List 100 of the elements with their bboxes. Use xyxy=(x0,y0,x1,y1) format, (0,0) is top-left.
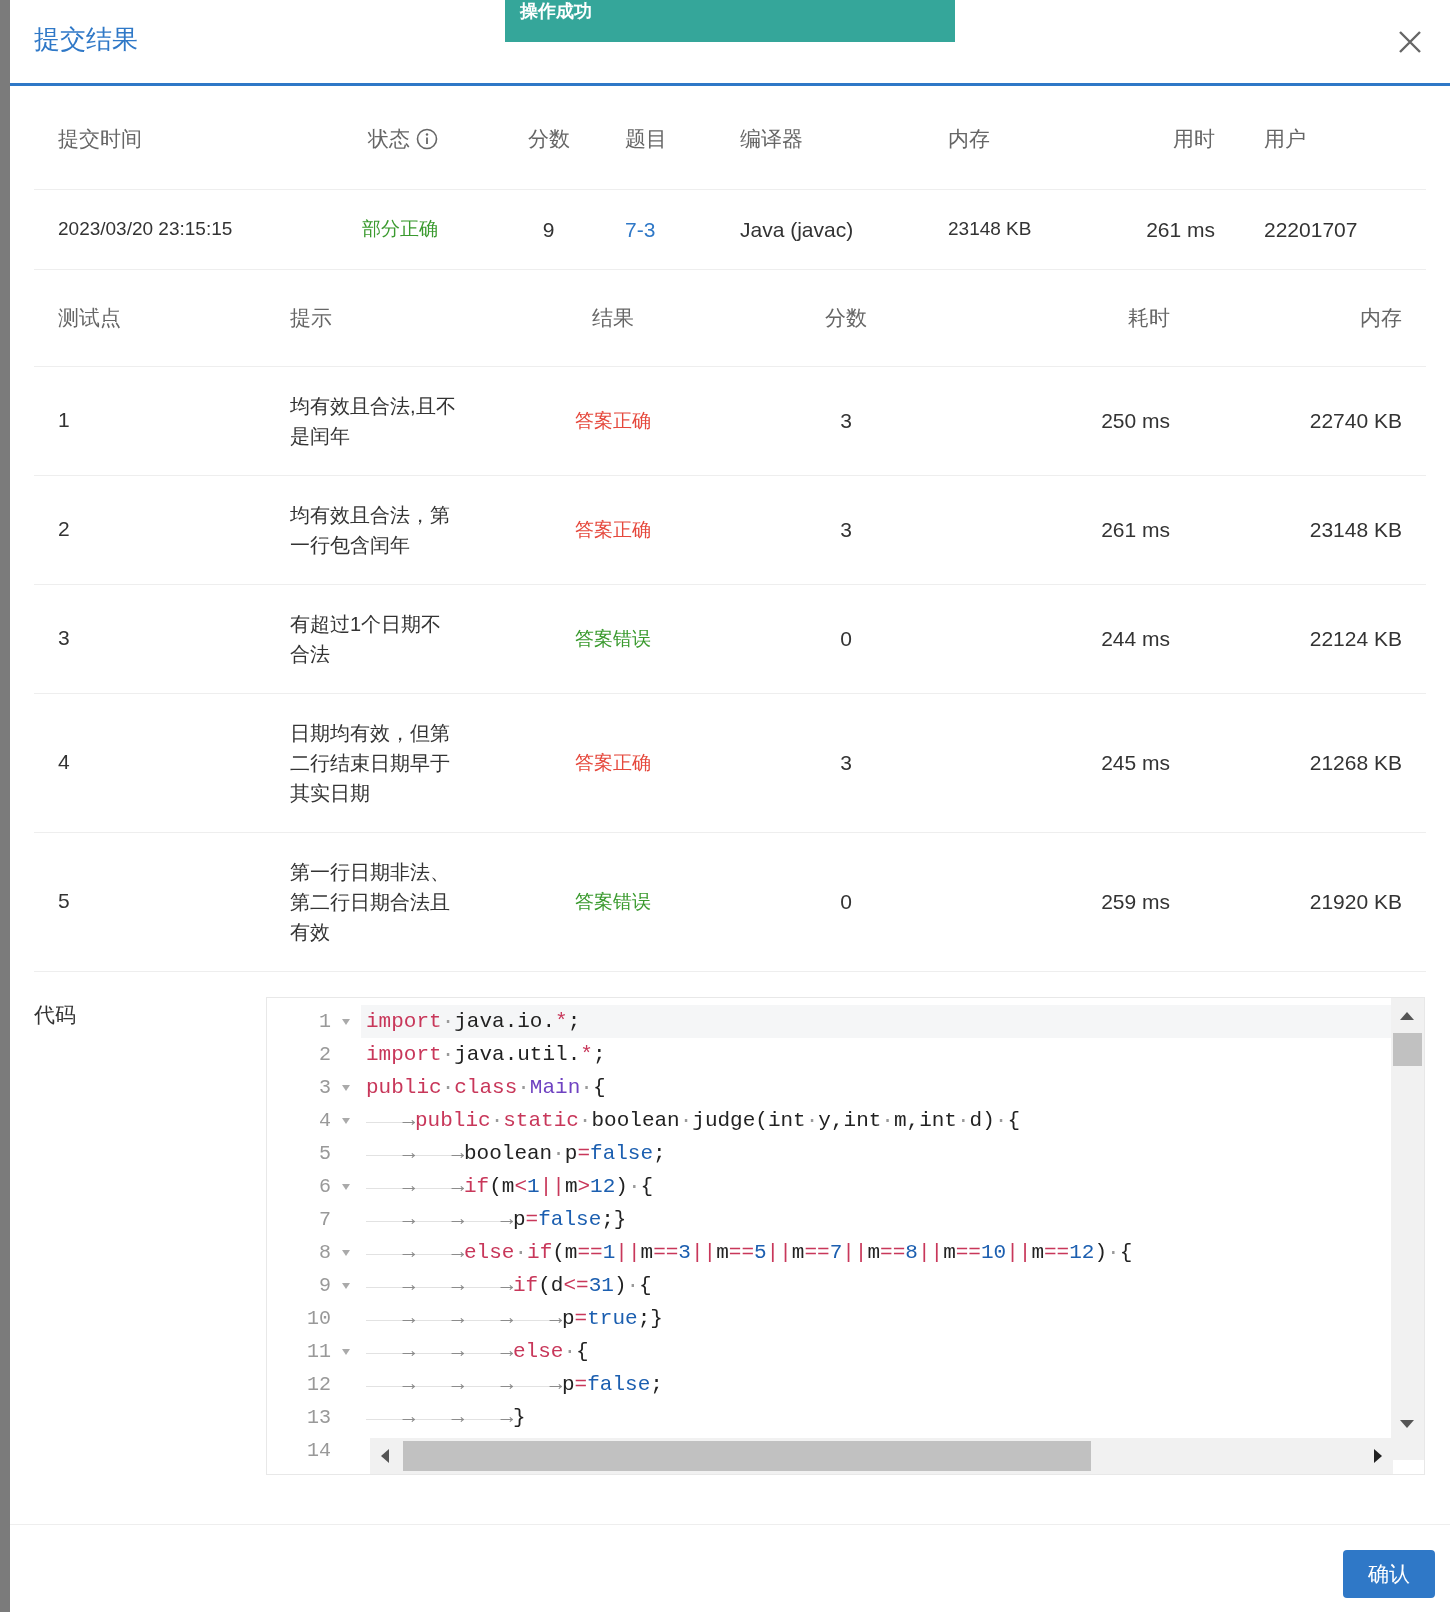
code-line: → → →if(d<=31)·{ xyxy=(366,1269,652,1302)
line-number: 9 xyxy=(318,1272,331,1299)
hint-text: 有超过1个日期不合法 xyxy=(290,612,443,667)
hint-text: 均有效且合法，第一行包含闰年 xyxy=(290,503,451,558)
line-number: 8 xyxy=(318,1239,331,1266)
line-number: 5 xyxy=(318,1140,331,1167)
scroll-right-icon[interactable] xyxy=(1374,1449,1382,1463)
toast-message: 操作成功 xyxy=(520,0,592,22)
scroll-down-icon[interactable] xyxy=(1400,1420,1414,1428)
dialog-title: 提交结果 xyxy=(34,23,138,56)
code-line: → →if(m<1||m>12)·{ xyxy=(366,1170,654,1203)
column-header: 测试点 xyxy=(58,306,121,330)
table-cell-text: 3 xyxy=(840,750,852,776)
column-header: 状态 xyxy=(368,125,410,152)
horizontal-scrollbar[interactable] xyxy=(370,1438,1393,1474)
table-cell-text: 3 xyxy=(840,517,852,543)
scrollbar-thumb[interactable] xyxy=(1393,1033,1422,1066)
result-text: 答案错误 xyxy=(575,890,651,914)
line-number: 1 xyxy=(318,1008,331,1035)
column-header: 提示 xyxy=(290,306,332,330)
column-header: 内存 xyxy=(1360,305,1402,332)
scroll-up-icon[interactable] xyxy=(1400,1012,1414,1020)
table-cell-text: 22124 KB xyxy=(1309,626,1402,652)
scroll-left-icon[interactable] xyxy=(381,1449,389,1463)
code-line: → → →p=false;} xyxy=(366,1203,627,1236)
table-cell-text: 261 ms xyxy=(1101,517,1170,543)
column-header: 用时 xyxy=(1173,125,1215,152)
code-line: → → →} xyxy=(366,1401,526,1434)
table-cell-text: 23148 KB xyxy=(1309,517,1402,543)
table-cell-text: 21268 KB xyxy=(1309,750,1402,776)
line-number: 13 xyxy=(306,1404,331,1431)
table-cell-text: 21920 KB xyxy=(1309,889,1402,915)
confirm-button[interactable]: 确认 xyxy=(1343,1550,1435,1598)
code-line: import·java.io.*; xyxy=(366,1008,581,1035)
fold-arrow-icon[interactable] xyxy=(342,1282,350,1289)
line-number: 11 xyxy=(306,1338,331,1365)
status-text: 部分正确 xyxy=(362,218,438,240)
table-cell-text: 9 xyxy=(542,216,555,243)
table-cell-text: 250 ms xyxy=(1101,408,1170,434)
fold-arrow-icon[interactable] xyxy=(342,1183,350,1190)
code-line: public·class·Main·{ xyxy=(366,1074,606,1101)
table-cell: 4 xyxy=(58,750,70,773)
table-cell: 2023/03/20 23:15:15 xyxy=(58,218,233,240)
column-header: 耗时 xyxy=(1128,305,1170,332)
line-number: 14 xyxy=(306,1437,331,1464)
line-number: 12 xyxy=(306,1371,331,1398)
hint-text: 均有效且合法,且不是闰年 xyxy=(290,394,457,449)
fold-arrow-icon[interactable] xyxy=(342,1348,350,1355)
fold-arrow-icon[interactable] xyxy=(342,1117,350,1124)
close-icon xyxy=(1398,29,1422,54)
table-cell: 2 xyxy=(58,517,70,540)
table-cell-text: 3 xyxy=(840,408,852,434)
code-label: 代码 xyxy=(34,1002,77,1028)
code-line: → → → →p=true;} xyxy=(366,1302,663,1335)
fold-arrow-icon[interactable] xyxy=(342,1249,350,1256)
result-text: 答案正确 xyxy=(575,409,651,433)
code-line: → → → →p=false; xyxy=(366,1368,663,1401)
column-header: 提交时间 xyxy=(58,125,142,152)
code-line: → →boolean·p=false; xyxy=(366,1137,666,1170)
line-number: 10 xyxy=(306,1305,331,1332)
table-cell: 5 xyxy=(58,889,70,912)
table-cell-text: 245 ms xyxy=(1101,750,1170,776)
info-icon[interactable] xyxy=(416,127,438,150)
hint-text: 日期均有效，但第二行结束日期早于其实日期 xyxy=(290,721,451,806)
table-cell-text: 0 xyxy=(840,889,852,915)
column-header: 结果 xyxy=(592,305,634,332)
vertical-scrollbar[interactable] xyxy=(1391,998,1424,1460)
table-cell: 3 xyxy=(58,626,70,649)
column-header: 分数 xyxy=(825,305,867,332)
table-cell: 22201707 xyxy=(1264,217,1358,241)
column-header: 内存 xyxy=(948,125,990,152)
fold-arrow-icon[interactable] xyxy=(342,1084,350,1091)
table-cell-text: 0 xyxy=(840,626,852,652)
result-text: 答案正确 xyxy=(575,751,651,775)
table-cell: 1 xyxy=(58,408,70,431)
result-text: 答案错误 xyxy=(575,627,651,651)
line-number: 2 xyxy=(318,1041,331,1068)
result-text: 答案正确 xyxy=(575,518,651,542)
table-cell: 23148 KB xyxy=(948,218,1032,240)
line-number: 7 xyxy=(318,1206,331,1233)
line-number: 4 xyxy=(318,1107,331,1134)
table-cell-text: 259 ms xyxy=(1101,889,1170,915)
column-header: 题目 xyxy=(625,125,667,152)
problem-link[interactable]: 7-3 xyxy=(625,217,656,241)
line-number: 3 xyxy=(318,1074,331,1101)
column-header: 分数 xyxy=(527,125,570,152)
line-number: 6 xyxy=(318,1173,331,1200)
scrollbar-thumb[interactable] xyxy=(403,1441,1091,1471)
table-cell-text: 244 ms xyxy=(1101,626,1170,652)
code-line: →public·static·boolean·judge(int·y,int·m,int·d)·{ xyxy=(366,1104,1020,1137)
code-line: → →else·if(m==1||m==3||m==5||m==7||m==8||m==10||m==12)·{ xyxy=(366,1236,1133,1269)
table-cell-text: 22740 KB xyxy=(1309,408,1402,434)
table-cell: Java (javac) xyxy=(740,217,854,241)
fold-arrow-icon[interactable] xyxy=(342,1018,350,1025)
column-header: 编译器 xyxy=(740,125,803,152)
column-header: 用户 xyxy=(1264,125,1306,152)
code-line: → → →else·{ xyxy=(366,1335,589,1368)
code-line: import·java.util.*; xyxy=(366,1041,606,1068)
hint-text: 第一行日期非法、第二行日期合法且有效 xyxy=(290,860,451,945)
table-cell-text: 261 ms xyxy=(1146,216,1215,243)
